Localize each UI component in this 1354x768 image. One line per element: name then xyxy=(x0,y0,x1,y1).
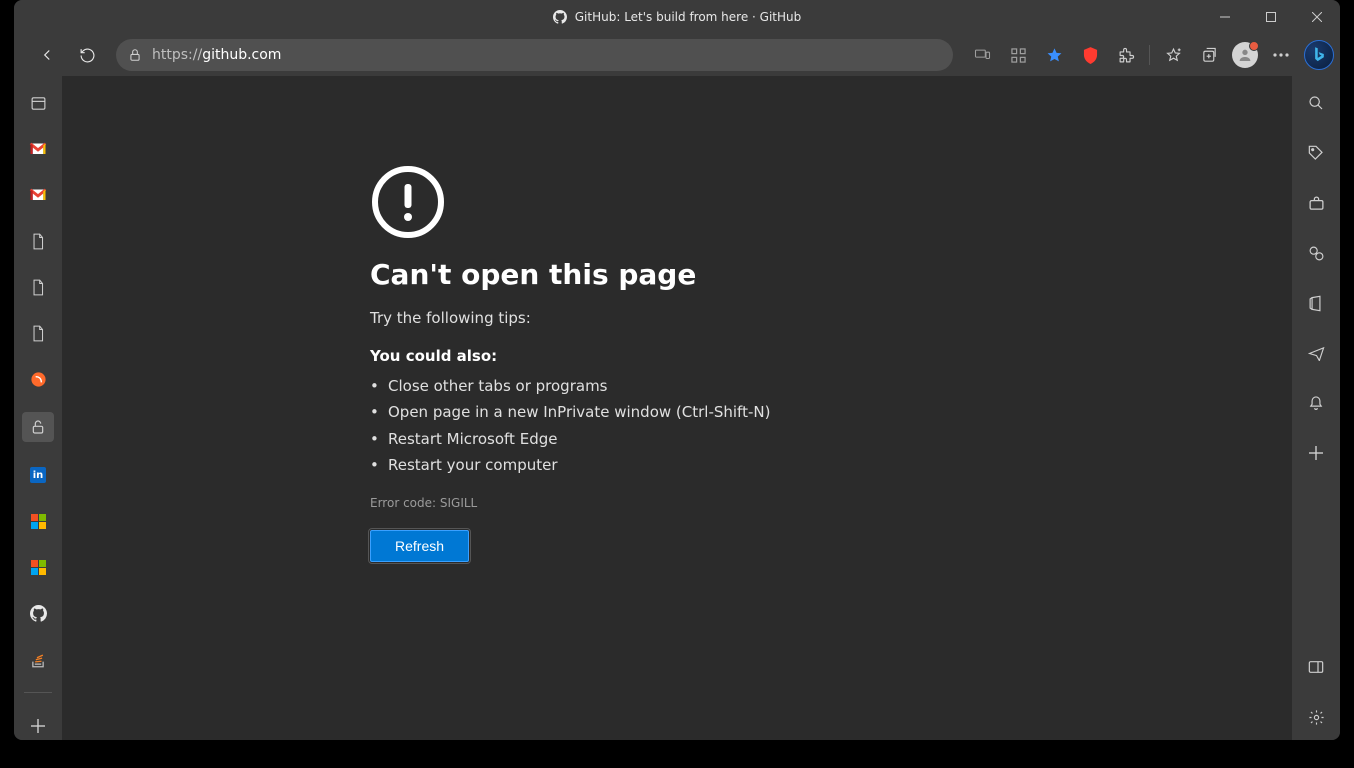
shopping-tag-icon[interactable] xyxy=(1300,140,1332,166)
stackoverflow-tab[interactable] xyxy=(22,646,54,672)
error-tip: Try the following tips: xyxy=(370,309,910,327)
url-text: https://github.com xyxy=(152,47,281,63)
add-sidebar-icon[interactable] xyxy=(1300,440,1332,466)
minimize-button[interactable] xyxy=(1202,0,1248,34)
error-block: Can't open this page Try the following t… xyxy=(370,164,910,562)
more-icon[interactable] xyxy=(1264,38,1298,72)
tab-actions-icon[interactable] xyxy=(22,90,54,116)
gmail-tab-1[interactable] xyxy=(22,136,54,162)
search-icon[interactable] xyxy=(1300,90,1332,116)
profile-avatar[interactable] xyxy=(1228,38,1262,72)
star-icon[interactable] xyxy=(1037,38,1071,72)
sidebar-toggle-icon[interactable] xyxy=(1300,654,1332,680)
microsoft-tab-2[interactable] xyxy=(22,554,54,580)
toolbar: https://github.com xyxy=(14,34,1340,76)
document-tab-3[interactable] xyxy=(22,320,54,346)
toolbar-separator xyxy=(1149,45,1150,65)
suggestion-item: Restart your computer xyxy=(370,452,910,478)
github-tab[interactable] xyxy=(22,600,54,626)
microsoft-tab-1[interactable] xyxy=(22,508,54,534)
close-button[interactable] xyxy=(1294,0,1340,34)
send-icon[interactable] xyxy=(1300,340,1332,366)
titlebar: GitHub: Let's build from here · GitHub xyxy=(14,0,1340,34)
back-button[interactable] xyxy=(30,38,64,72)
suggestion-item: Restart Microsoft Edge xyxy=(370,426,910,452)
suggestion-item: Open page in a new InPrivate window (Ctr… xyxy=(370,399,910,425)
grid-icon[interactable] xyxy=(1001,38,1035,72)
refresh-button[interactable]: Refresh xyxy=(370,530,469,562)
settings-icon[interactable] xyxy=(1300,704,1332,730)
vertical-tabs-rail: in xyxy=(14,76,62,740)
performance-icon[interactable] xyxy=(1300,240,1332,266)
error-code: Error code: SIGILL xyxy=(370,496,910,510)
app-tab-orange[interactable] xyxy=(22,366,54,392)
document-tab-1[interactable] xyxy=(22,228,54,254)
collections-icon[interactable] xyxy=(1192,38,1226,72)
right-sidebar xyxy=(1292,76,1340,740)
error-subtitle: You could also: xyxy=(370,347,910,365)
window-title-group: GitHub: Let's build from here · GitHub xyxy=(553,10,802,24)
refresh-toolbar-button[interactable] xyxy=(70,38,104,72)
error-title: Can't open this page xyxy=(370,258,910,291)
address-bar[interactable]: https://github.com xyxy=(116,39,953,71)
suggestion-item: Close other tabs or programs xyxy=(370,373,910,399)
document-tab-2[interactable] xyxy=(22,274,54,300)
extensions-icon[interactable] xyxy=(1109,38,1143,72)
window-title: GitHub: Let's build from here · GitHub xyxy=(575,10,802,24)
github-icon xyxy=(553,10,567,24)
rail-divider xyxy=(24,692,52,693)
new-tab-button[interactable] xyxy=(22,713,54,739)
favorites-icon[interactable] xyxy=(1156,38,1190,72)
maximize-button[interactable] xyxy=(1248,0,1294,34)
warning-icon xyxy=(370,164,446,240)
bing-button[interactable] xyxy=(1304,40,1334,70)
current-tab-github[interactable] xyxy=(22,412,54,442)
gmail-tab-2[interactable] xyxy=(22,182,54,208)
window-controls xyxy=(1202,0,1340,34)
office-icon[interactable] xyxy=(1300,290,1332,316)
linkedin-tab[interactable]: in xyxy=(22,462,54,488)
device-icon[interactable] xyxy=(965,38,999,72)
page-content: Can't open this page Try the following t… xyxy=(62,76,1292,740)
bell-icon[interactable] xyxy=(1300,390,1332,416)
browser-window: GitHub: Let's build from here · GitHub h… xyxy=(14,0,1340,740)
error-suggestions: Close other tabs or programs Open page i… xyxy=(370,373,910,478)
body-row: in Can't open this page Try the followin… xyxy=(14,76,1340,740)
adblock-icon[interactable] xyxy=(1073,38,1107,72)
lock-icon xyxy=(128,48,142,62)
tools-icon[interactable] xyxy=(1300,190,1332,216)
